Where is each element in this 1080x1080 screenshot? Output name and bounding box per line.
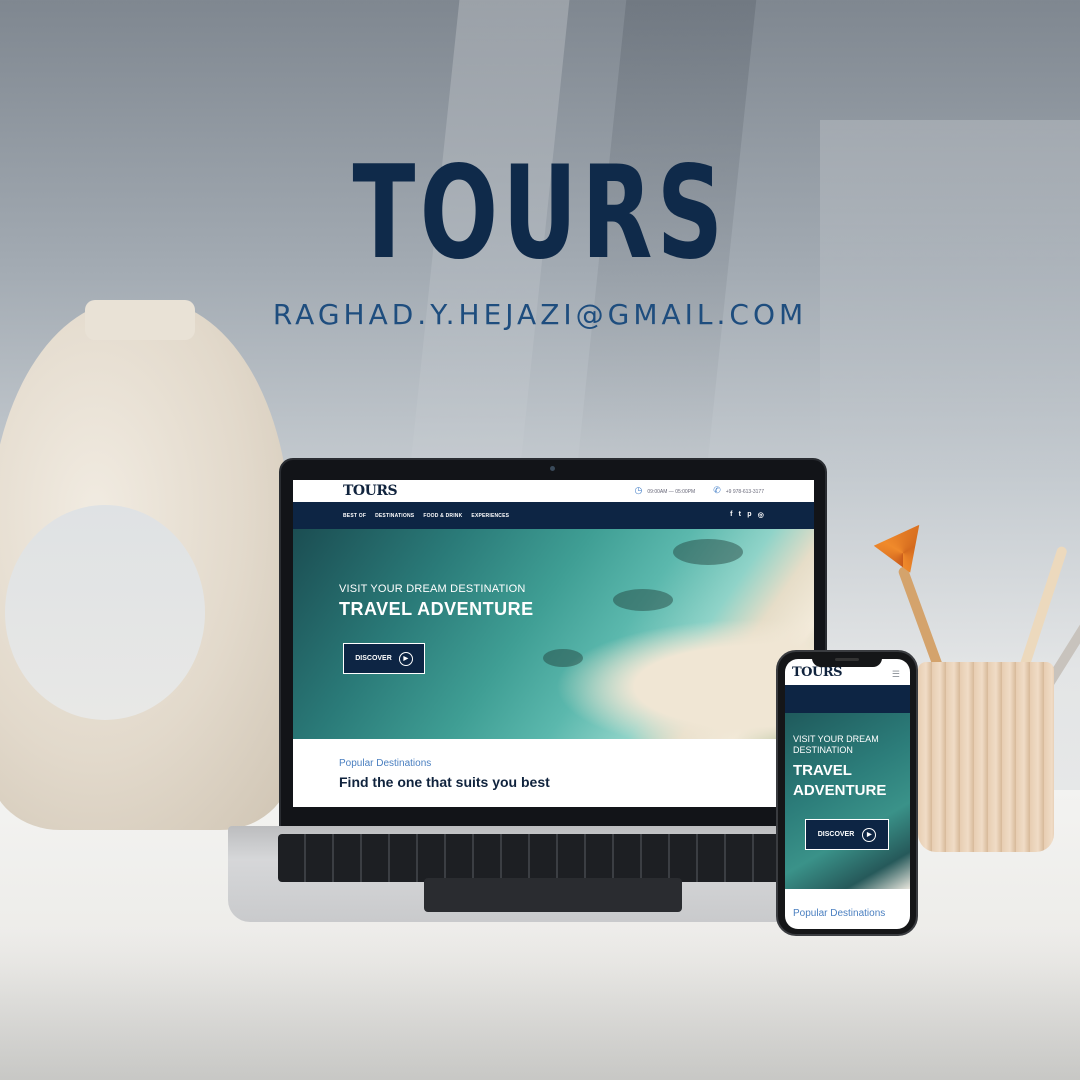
- laptop-screen: TOURS ◷ 09:00AM — 05:00PM ✆ +9 978-613-317…: [293, 480, 814, 807]
- instagram-icon[interactable]: ◎: [758, 511, 764, 519]
- hero-rock: [673, 539, 743, 565]
- mobile-hero-title: TRAVEL ADVENTURE: [793, 761, 908, 800]
- mobile-section-subtitle: Popular Destinations: [793, 908, 886, 919]
- hero-rock: [613, 589, 673, 611]
- vase-opening: [5, 505, 205, 720]
- pinterest-icon[interactable]: p: [747, 511, 751, 519]
- play-icon: ▶: [862, 827, 877, 842]
- mobile-hero-banner: VISIT YOUR DREAM DESTINATION TRAVEL ADVE…: [785, 713, 910, 889]
- hamburger-menu-icon[interactable]: ☰: [892, 669, 900, 680]
- mobile-hero-title-text: TRAVEL ADVENTURE: [793, 762, 887, 799]
- facebook-icon[interactable]: f: [730, 511, 733, 519]
- phone-screen: TOURS ☰ VISIT YOUR DREAM DESTINATION TRA…: [785, 659, 910, 929]
- mobile-hero-subtitle: VISIT YOUR DREAM DESTINATION: [793, 734, 879, 756]
- phone-speaker: [835, 658, 859, 661]
- hours-info: ◷ 09:00AM — 05:00PM: [635, 485, 696, 496]
- laptop-camera: [550, 466, 555, 471]
- mobile-nav-bar: [785, 685, 910, 713]
- site-header: TOURS ◷ 09:00AM — 05:00PM ✆ +9 978-613-317…: [293, 480, 814, 502]
- mobile-discover-label: DISCOVER: [817, 831, 855, 838]
- phone-icon: ✆: [713, 485, 721, 495]
- nav-item-best-of[interactable]: BEST OF: [343, 513, 366, 519]
- site-nav: BEST OF DESTINATIONS FOOD & DRINK EXPERI…: [293, 502, 814, 529]
- banner-title: TOURS: [352, 139, 728, 288]
- social-links: f t p ◎: [730, 511, 764, 519]
- hero-subtitle: VISIT YOUR DREAM DESTINATION: [339, 583, 526, 595]
- nav-item-experiences[interactable]: EXPERIENCES: [471, 513, 509, 519]
- mobile-discover-button[interactable]: DISCOVER ▶: [805, 819, 889, 850]
- discover-label: DISCOVER: [355, 655, 392, 662]
- table-shadow: [0, 930, 1080, 1080]
- hero-rock: [543, 649, 583, 667]
- header-contact-info: ◷ 09:00AM — 05:00PM ✆ +9 978-613-3177: [635, 485, 764, 496]
- phone-info: ✆ +9 978-613-3177: [713, 485, 764, 496]
- brush-cup: [918, 662, 1054, 852]
- phone-text[interactable]: +9 978-613-3177: [726, 489, 764, 495]
- discover-button[interactable]: DISCOVER ▶: [343, 643, 425, 674]
- nav-item-food-drink[interactable]: FOOD & DRINK: [423, 513, 462, 519]
- site-logo[interactable]: TOURS: [343, 483, 398, 499]
- laptop-trackpad: [424, 878, 682, 912]
- laptop-keyboard: [278, 834, 826, 882]
- popular-destinations-section: Popular Destinations Find the one that s…: [339, 758, 550, 790]
- banner-email: RAGHAD.Y.HEJAZI@GMAIL.COM: [272, 298, 808, 331]
- twitter-icon[interactable]: t: [739, 511, 742, 519]
- hero-title: TRAVEL ADVENTURE: [339, 599, 534, 619]
- nav-item-destinations[interactable]: DESTINATIONS: [375, 513, 414, 519]
- clock-icon: ◷: [634, 485, 643, 495]
- hero-banner: VISIT YOUR DREAM DESTINATION TRAVEL ADVE…: [293, 529, 814, 739]
- hours-text: 09:00AM — 05:00PM: [647, 489, 696, 495]
- play-icon: ▶: [398, 651, 413, 666]
- section-subtitle: Popular Destinations: [339, 758, 432, 769]
- section-title: Find the one that suits you best: [339, 774, 550, 790]
